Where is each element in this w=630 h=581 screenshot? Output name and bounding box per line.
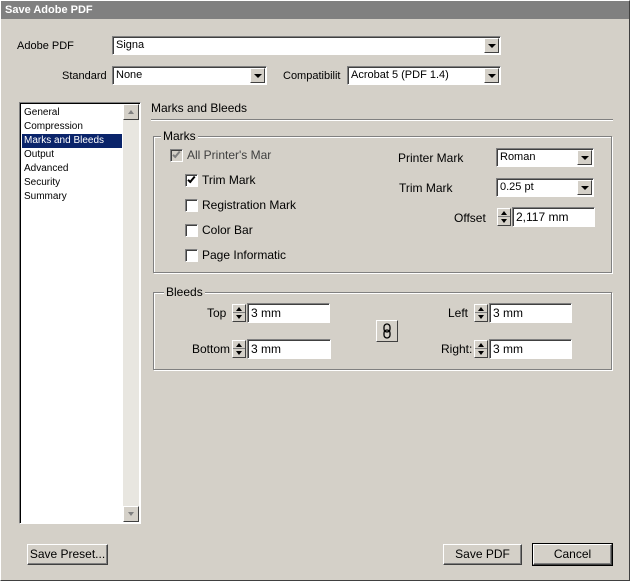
link-icon-graphic — [383, 323, 391, 339]
list-item-security[interactable]: Security — [22, 176, 122, 190]
bleed-left-field[interactable]: 3 mm — [489, 303, 572, 323]
spin-down-icon — [236, 351, 242, 355]
bleed-right-label: Right: — [441, 342, 473, 356]
registration-marks-checkbox[interactable] — [185, 199, 198, 212]
bleed-right-field[interactable]: 3 mm — [489, 339, 572, 359]
bleed-right-stepper[interactable] — [474, 340, 488, 358]
marks-group-title: Marks — [161, 129, 198, 143]
trim-mark-weight-label: Trim Mark — [399, 181, 453, 195]
bleed-right-value: 3 mm — [493, 342, 523, 356]
spin-up-icon — [478, 343, 484, 347]
offset-stepper[interactable] — [497, 208, 511, 226]
checkmark-icon — [187, 174, 196, 184]
trim-mark-weight-dropdown[interactable]: 0.25 pt — [496, 178, 594, 197]
save-pdf-button[interactable]: Save PDF — [443, 544, 522, 565]
page-information-checkbox[interactable] — [185, 249, 198, 262]
compatibility-value: Acrobat 5 (PDF 1.4) — [351, 69, 449, 81]
chevron-up-icon — [128, 110, 134, 114]
printer-mark-value: Roman — [500, 151, 536, 163]
spin-down-icon — [478, 315, 484, 319]
category-list[interactable]: General Compression Marks and Bleeds Out… — [19, 102, 141, 524]
bleed-top-label: Top — [207, 306, 227, 320]
bleed-top-value: 3 mm — [251, 306, 281, 320]
trim-marks-label: Trim Mark — [202, 173, 256, 187]
chevron-down-icon — [128, 512, 134, 516]
printer-mark-dropdown[interactable]: Roman — [496, 148, 594, 167]
spin-divider — [233, 312, 245, 313]
cancel-button[interactable]: Cancel — [532, 543, 613, 566]
chevron-down-icon[interactable] — [484, 68, 499, 83]
color-bar-checkbox[interactable] — [185, 224, 198, 237]
scroll-down-button[interactable] — [123, 506, 139, 522]
dialog-title: Save Adobe PDF — [1, 1, 629, 19]
offset-field[interactable]: 2,117 mm — [512, 207, 595, 227]
spin-divider — [475, 348, 487, 349]
trim-mark-weight-value: 0.25 pt — [500, 181, 534, 193]
spin-up-icon — [478, 307, 484, 311]
standard-value: None — [116, 69, 143, 81]
offset-label: Offset — [454, 211, 486, 225]
adobe-pdf-preset-value: Signa — [116, 39, 145, 51]
bleed-bottom-stepper[interactable] — [232, 340, 246, 358]
all-printers-marks-label: All Printer's Mar — [187, 148, 272, 162]
compatibility-label: Compatibilit — [283, 70, 341, 82]
spin-divider — [233, 348, 245, 349]
spin-up-icon — [236, 343, 242, 347]
checkmark-icon — [172, 149, 181, 159]
list-item-advanced[interactable]: Advanced — [22, 162, 122, 176]
list-item-output[interactable]: Output — [22, 148, 122, 162]
spin-down-icon — [501, 219, 507, 223]
trim-marks-checkbox[interactable] — [185, 174, 198, 187]
bleed-bottom-field[interactable]: 3 mm — [247, 339, 331, 359]
bleed-top-stepper[interactable] — [232, 304, 246, 322]
spin-up-icon — [501, 211, 507, 215]
list-scrollbar[interactable] — [123, 104, 139, 522]
save-preset-button[interactable]: Save Preset... — [27, 544, 108, 565]
standard-dropdown[interactable]: None — [112, 66, 267, 85]
bleeds-group-title: Bleeds — [164, 285, 205, 299]
all-printers-marks-checkbox[interactable] — [170, 149, 183, 162]
bleed-left-value: 3 mm — [493, 306, 523, 320]
spin-divider — [498, 216, 510, 217]
list-item-summary[interactable]: Summary — [22, 190, 122, 204]
bleed-top-field[interactable]: 3 mm — [247, 303, 330, 323]
list-item-marks-and-bleeds[interactable]: Marks and Bleeds — [22, 134, 122, 148]
chain-link-icon[interactable] — [376, 320, 398, 342]
list-item-compression[interactable]: Compression — [22, 120, 122, 134]
spin-down-icon — [478, 351, 484, 355]
adobe-pdf-preset-dropdown[interactable]: Signa — [112, 36, 501, 55]
bleed-left-label: Left — [448, 306, 469, 320]
color-bar-label: Color Bar — [202, 223, 253, 237]
scroll-up-button[interactable] — [123, 104, 139, 120]
list-item-general[interactable]: General — [22, 106, 122, 120]
printer-mark-label: Printer Mark — [398, 151, 464, 165]
spin-up-icon — [236, 307, 242, 311]
chevron-down-icon[interactable] — [577, 150, 592, 165]
bleed-bottom-label: Bottom — [192, 342, 231, 356]
chevron-down-icon[interactable] — [484, 38, 499, 53]
registration-marks-label: Registration Mark — [202, 198, 297, 212]
chevron-down-icon[interactable] — [577, 180, 592, 195]
spin-down-icon — [236, 315, 242, 319]
compatibility-dropdown[interactable]: Acrobat 5 (PDF 1.4) — [347, 66, 501, 85]
panel-title-divider — [151, 119, 613, 121]
chevron-down-icon[interactable] — [250, 68, 265, 83]
page-information-label: Page Informatic — [202, 248, 287, 262]
bleed-bottom-value: 3 mm — [251, 342, 281, 356]
panel-title: Marks and Bleeds — [151, 101, 248, 115]
save-adobe-pdf-dialog: Save Adobe PDF Adobe PDF Signa Standard … — [0, 0, 630, 581]
adobe-pdf-label: Adobe PDF — [17, 40, 74, 52]
bleed-left-stepper[interactable] — [474, 304, 488, 322]
standard-label: Standard — [62, 70, 107, 82]
offset-value: 2,117 mm — [516, 210, 569, 224]
spin-divider — [475, 312, 487, 313]
